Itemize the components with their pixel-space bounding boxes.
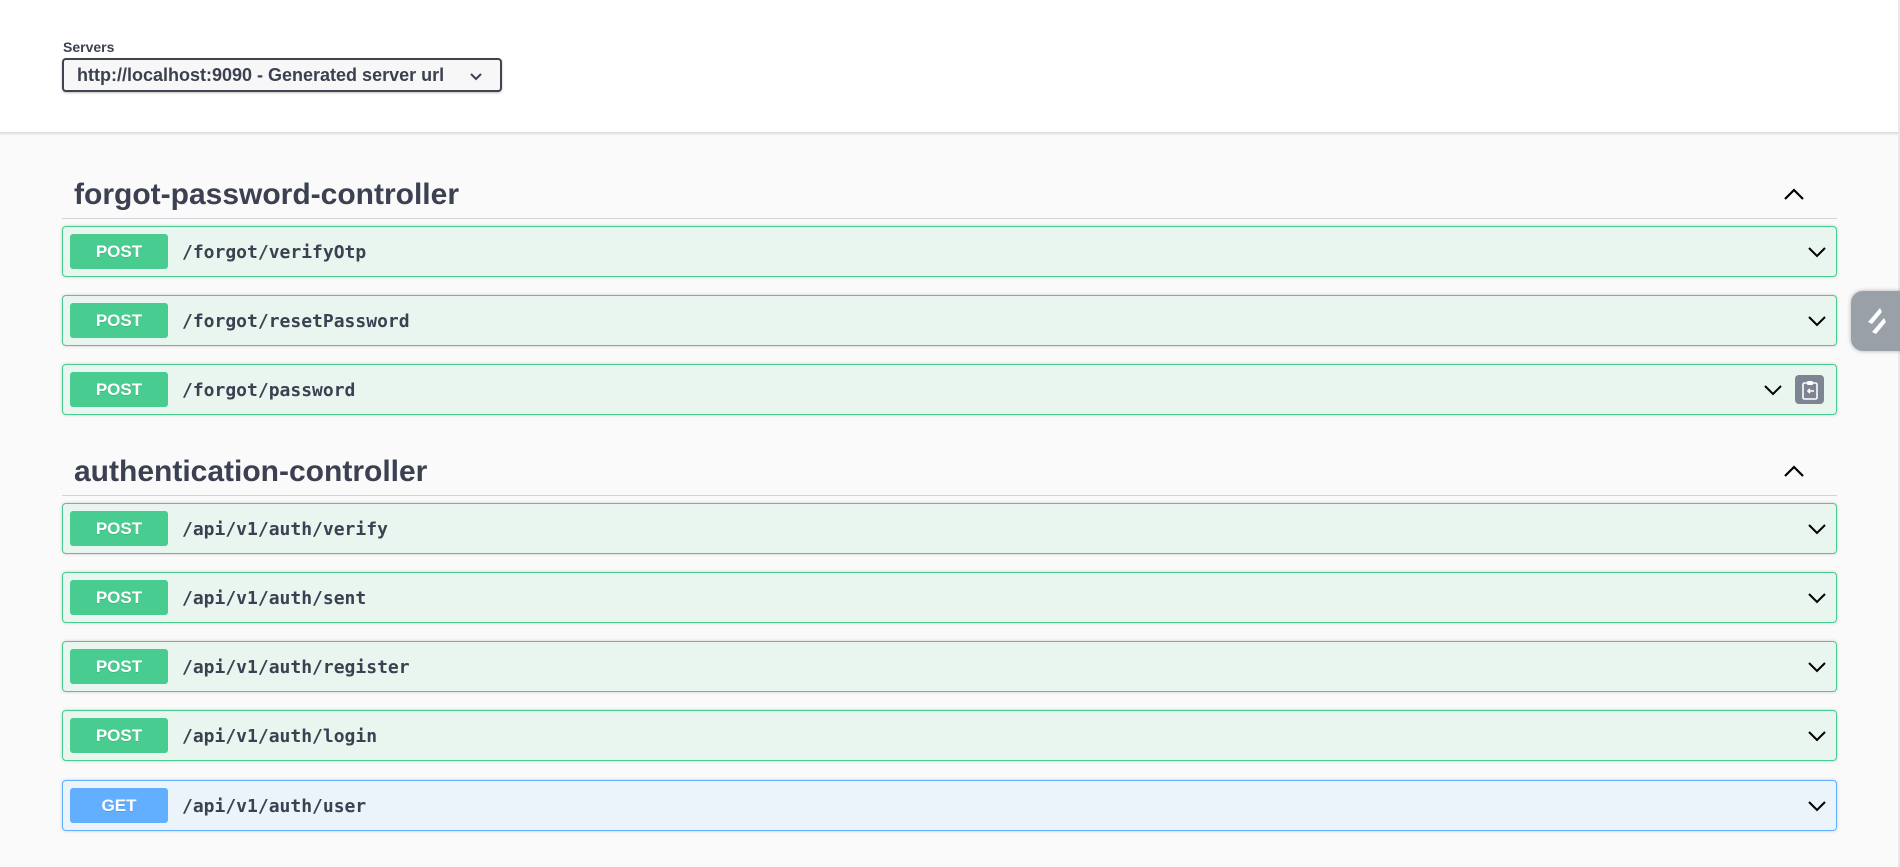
chevron-up-icon[interactable] [1781,182,1807,208]
operation-path: /forgot/verifyOtp [182,242,367,263]
chevron-down-icon[interactable] [1806,795,1828,817]
chevron-down-icon[interactable] [1762,379,1784,401]
method-badge: POST [70,580,168,615]
chevron-down-icon[interactable] [1806,725,1828,747]
method-badge: GET [70,788,168,823]
operation-post-forgot-password[interactable]: POST /forgot/password [62,364,1837,415]
tag-forgot-password-controller[interactable]: forgot-password-controller [62,166,1837,219]
method-badge: POST [70,511,168,546]
method-badge: POST [70,718,168,753]
method-badge: POST [70,303,168,338]
tag-authentication-controller[interactable]: authentication-controller [62,443,1837,496]
operation-path: /api/v1/auth/register [182,657,410,678]
servers-select[interactable]: http://localhost:9090 - Generated server… [62,58,502,92]
operation-post-auth-register[interactable]: POST /api/v1/auth/register [62,641,1837,692]
tag-title: forgot-password-controller [74,178,460,211]
method-badge: POST [70,372,168,407]
lightning-icon [1868,308,1886,334]
operation-path: /api/v1/auth/login [182,726,378,747]
operation-path: /forgot/password [182,380,356,401]
operation-path: /api/v1/auth/sent [182,588,367,609]
operation-path: /forgot/resetPassword [182,311,410,332]
operation-path: /api/v1/auth/user [182,796,367,817]
tag-title: authentication-controller [74,455,428,488]
chevron-down-icon[interactable] [1806,310,1828,332]
copy-to-clipboard-button[interactable] [1795,375,1824,404]
chevron-up-icon[interactable] [1781,459,1807,485]
chevron-down-icon[interactable] [1806,518,1828,540]
servers-select-value: http://localhost:9090 - Generated server… [77,64,445,85]
operation-post-forgot-resetpassword[interactable]: POST /forgot/resetPassword [62,295,1837,346]
operation-post-auth-login[interactable]: POST /api/v1/auth/login [62,710,1837,761]
operation-path: /api/v1/auth/verify [182,519,388,540]
method-badge: POST [70,649,168,684]
top-bar: Servers http://localhost:9090 - Generate… [0,0,1900,133]
clipboard-copy-icon [1801,380,1818,400]
method-badge: POST [70,234,168,269]
servers-label: Servers [63,39,115,55]
chevron-down-icon[interactable] [1806,241,1828,263]
operation-get-auth-user[interactable]: GET /api/v1/auth/user [62,780,1837,831]
operation-post-forgot-verifyotp[interactable]: POST /forgot/verifyOtp [62,226,1837,277]
operation-post-auth-verify[interactable]: POST /api/v1/auth/verify [62,503,1837,554]
operation-post-auth-sent[interactable]: POST /api/v1/auth/sent [62,572,1837,623]
chevron-down-icon[interactable] [1806,587,1828,609]
side-panel-handle[interactable] [1851,291,1900,351]
chevron-down-icon[interactable] [1806,656,1828,678]
chevron-down-icon [470,73,482,81]
